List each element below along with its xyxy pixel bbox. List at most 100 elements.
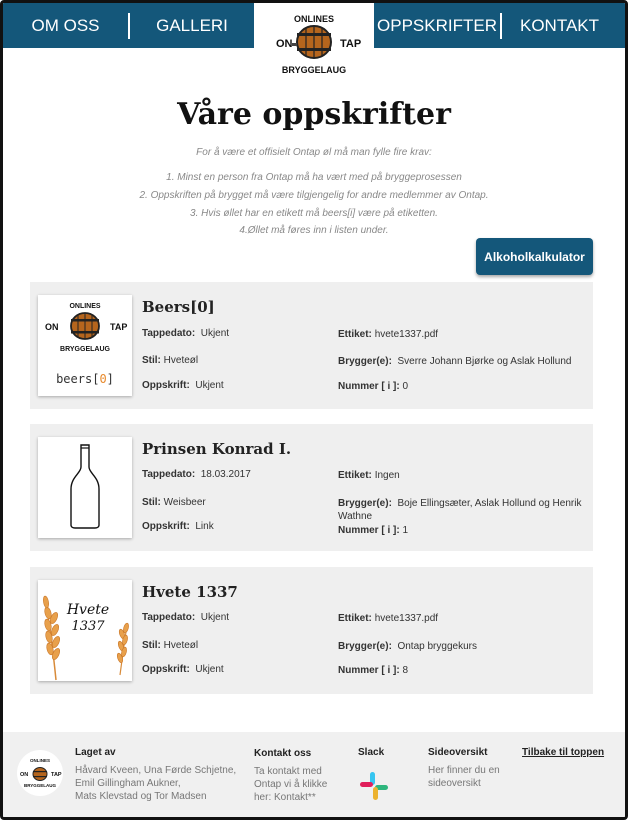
logo-text-right: TAP (110, 322, 127, 332)
nav-kontakt[interactable]: KONTAKT (502, 3, 617, 48)
field-value: hvete1337.pdf (374, 329, 439, 340)
made-by-line: Emil Gillingham Aukner, (75, 778, 181, 789)
field-label: Ettiket: (338, 470, 372, 481)
field-value: Ingen (374, 470, 400, 481)
rule-3: 3. Hvis øllet har en etikett må beers[i]… (190, 208, 438, 219)
caption-part: beers[ (56, 372, 99, 386)
field-value: 8 (402, 665, 409, 676)
logo-text-bottom: BRYGGELAUG (60, 346, 110, 353)
contact-line: Ontap vi å klikke (254, 779, 328, 790)
rule-4: 4.Øllet må føres inn i listen under. (239, 225, 389, 236)
logo-text-top: ONLINES (30, 758, 50, 763)
logo-text-left: ON (276, 38, 293, 50)
logo-text-bottom: BRYGGELAUG (24, 783, 57, 788)
site-logo[interactable]: ONLINES ON TAP BRYGGELAUG (254, 3, 374, 79)
barrel-icon (292, 25, 332, 59)
logo-graphic: ONLINES ON TAP BRYGGELAUG (276, 14, 361, 75)
wheat-label-graphic: Hvete 1337 (43, 595, 129, 681)
beer-name: Beers[0] (142, 298, 215, 316)
footer-logo[interactable]: ONLINES ON TAP BRYGGELAUG (17, 750, 63, 796)
label-number: 1337 (71, 619, 105, 634)
caption-index: 0 (99, 372, 106, 386)
field-label: Nummer [ i ]: (338, 665, 400, 676)
brygger-field: Brygger(e): Sverre Johann Bjørke og Asla… (338, 355, 588, 368)
field-label: Ettiket: (338, 613, 372, 624)
logo-text-right: TAP (51, 772, 62, 778)
logo-text-top: ONLINES (294, 14, 334, 24)
nav-galleri[interactable]: GALLERI (130, 3, 254, 48)
intro-text: For å være et offisielt Ontap øl må man … (196, 147, 432, 158)
etikett-field: Ettiket: hvete1337.pdf (338, 328, 588, 341)
field-label: Stil: (142, 355, 161, 366)
beer-card: ONLINES ON TAP BRYGGELAUG beers[0] Beers… (30, 282, 593, 409)
field-label: Brygger(e): (338, 498, 392, 509)
field-value: Weisbeer (163, 497, 206, 508)
page-title: Våre oppskrifter (177, 97, 451, 132)
beer-image: Hvete 1337 (38, 580, 132, 681)
slack-icon[interactable] (358, 770, 390, 807)
beer-image (38, 437, 132, 538)
contact-line: Ta kontakt med (254, 766, 322, 777)
field-label: Brygger(e): (338, 641, 392, 652)
page: OM OSS GALLERI OPPSKRIFTER KONTAKT ONLIN… (0, 0, 628, 820)
logo-text-bottom: BRYGGELAUG (282, 65, 346, 75)
brygger-field: Brygger(e): Boje Ellingsæter, Aslak Holl… (338, 497, 588, 523)
barrel-icon (70, 312, 100, 340)
field-label: Stil: (142, 640, 161, 651)
recipe-link[interactable]: Link (195, 521, 213, 532)
field-label: Brygger(e): (338, 356, 392, 367)
nav-om-oss[interactable]: OM OSS (3, 3, 128, 48)
rule-2: 2. Oppskriften på brygget må være tilgje… (139, 190, 489, 201)
beer-name: Hvete 1337 (142, 583, 238, 601)
field-label: Tappedato: (142, 328, 196, 339)
oppskrift-field: Oppskrift: Ukjent (142, 380, 224, 391)
caption-part: ] (107, 372, 114, 386)
beer-image: ONLINES ON TAP BRYGGELAUG beers[0] (38, 295, 132, 396)
back-to-top-link[interactable]: Tilbake til toppen (522, 747, 604, 758)
stil-field: Stil: Hveteøl (142, 640, 198, 651)
logo-text-top: ONLINES (69, 303, 100, 310)
oppskrift-field: Oppskrift: Link (142, 521, 214, 532)
contact-link[interactable]: her: Kontakt** (254, 792, 316, 804)
field-value: 1 (402, 525, 409, 536)
logo-graphic: ONLINES ON TAP BRYGGELAUG beers[0] (45, 303, 127, 386)
field-label: Nummer [ i ]: (338, 525, 400, 536)
alcohol-calculator-button[interactable]: Alkoholkalkulator (476, 238, 593, 275)
beer-card: Hvete 1337 Hvete 1337 Tappedato: Ukjent … (30, 567, 593, 694)
wheat-icon (43, 595, 61, 681)
field-label: Stil: (142, 497, 161, 508)
etikett-field: Ettiket: Ingen (338, 469, 588, 482)
field-value: Hveteøl (163, 640, 199, 651)
stil-field: Stil: Weisbeer (142, 497, 206, 508)
contact-heading: Kontakt oss (254, 748, 312, 759)
field-value: Ukjent (195, 664, 224, 675)
logo-text-right: TAP (340, 38, 361, 50)
stil-field: Stil: Hveteøl (142, 355, 198, 366)
made-by-line: Håvard Kveen, Una Førde Schjetne, (75, 765, 237, 776)
field-label: Tappedato: (142, 612, 196, 623)
field-value: Ontap bryggekurs (397, 641, 477, 652)
made-by-line: Mats Klevstad og Tor Madsen (75, 791, 207, 802)
sitemap-line[interactable]: Her finner du en (428, 765, 500, 777)
tappedato-field: Tappedato: Ukjent (142, 612, 229, 623)
field-value: Ukjent (200, 328, 230, 339)
beer-card: Prinsen Konrad I. Tappedato: 18.03.2017 … (30, 424, 593, 551)
footer: ONLINES ON TAP BRYGGELAUG Laget av Håvar… (3, 732, 625, 817)
wheat-icon (116, 622, 129, 676)
nav-oppskrifter[interactable]: OPPSKRIFTER (374, 3, 500, 48)
tappedato-field: Tappedato: 18.03.2017 (142, 469, 251, 480)
sitemap-line[interactable]: sideoversikt (428, 778, 481, 790)
field-label: Oppskrift: (142, 380, 190, 391)
field-label: Nummer [ i ]: (338, 381, 400, 392)
barrel-icon (32, 767, 48, 781)
field-label: Oppskrift: (142, 664, 190, 675)
logo-text-left: ON (20, 772, 28, 778)
bottle-icon (70, 444, 100, 529)
made-by-heading: Laget av (75, 747, 116, 758)
field-value: 0 (402, 381, 409, 392)
brygger-field: Brygger(e): Ontap bryggekurs (338, 640, 588, 653)
tappedato-field: Tappedato: Ukjent (142, 328, 229, 339)
slack-logo-graphic (360, 772, 388, 800)
field-value: Ukjent (200, 612, 230, 623)
slack-heading: Slack (358, 747, 385, 758)
